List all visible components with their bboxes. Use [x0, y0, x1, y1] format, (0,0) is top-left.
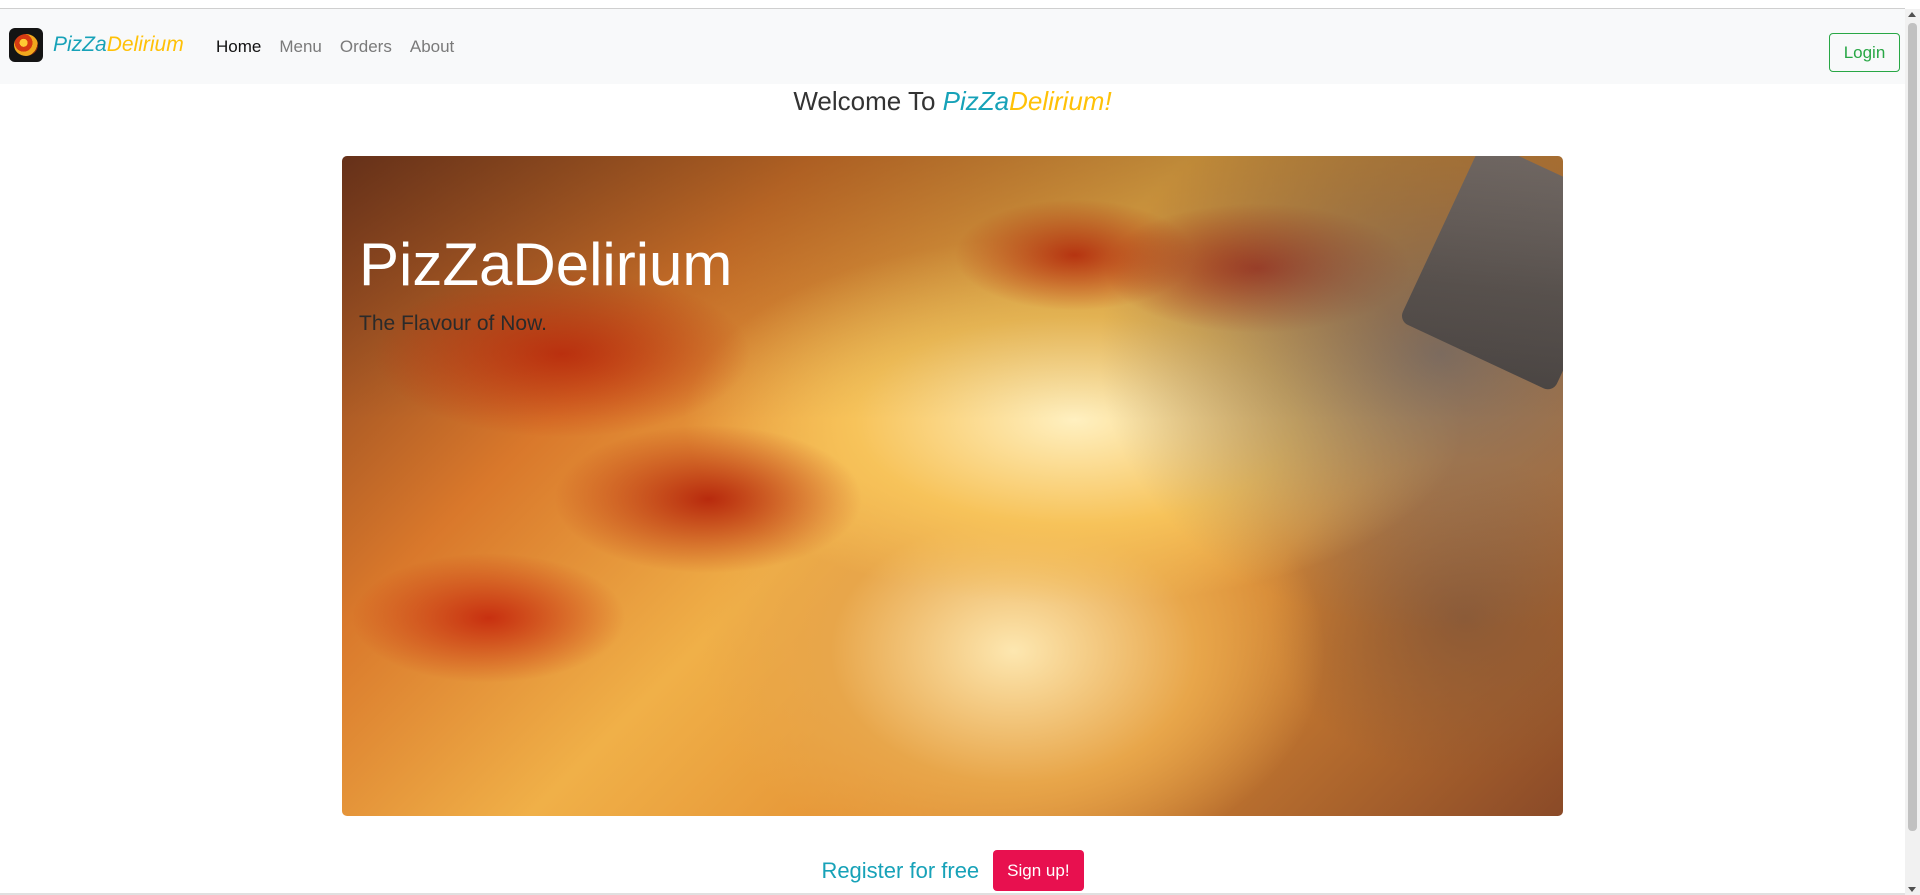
- navbar-brand[interactable]: PizZaDelirium: [9, 28, 184, 62]
- signup-cta: Register for free Sign up!: [0, 850, 1905, 891]
- hero-banner: PizZaDelirium The Flavour of Now.: [342, 156, 1563, 816]
- hero-title: PizZaDelirium: [359, 231, 733, 298]
- signup-button[interactable]: Sign up!: [993, 850, 1084, 891]
- nav-link-home[interactable]: Home: [216, 37, 261, 57]
- nav-link-about[interactable]: About: [410, 37, 454, 57]
- register-text: Register for free: [821, 857, 980, 883]
- brand-name-part1: PizZa: [53, 33, 107, 56]
- hero-subtitle: The Flavour of Now.: [359, 312, 547, 335]
- brand-name: PizZaDelirium: [53, 33, 184, 57]
- scroll-thumb[interactable]: [1908, 23, 1917, 831]
- page: PizZaDelirium Home Menu Orders About Log…: [0, 0, 1920, 895]
- navbar: PizZaDelirium Home Menu Orders About Log…: [0, 9, 1905, 84]
- welcome-brand-part2: Delirium!: [1009, 86, 1112, 116]
- brand-name-part2: Delirium: [106, 33, 184, 56]
- welcome-heading: Welcome To PizZaDelirium!: [0, 86, 1905, 117]
- scroll-up-arrow-icon[interactable]: [1908, 12, 1916, 17]
- login-button[interactable]: Login: [1829, 33, 1900, 72]
- nav-link-orders[interactable]: Orders: [340, 37, 392, 57]
- welcome-prefix: Welcome To: [793, 86, 943, 116]
- pizza-logo-icon: [9, 28, 43, 62]
- vertical-scrollbar[interactable]: [1905, 9, 1920, 895]
- nav-link-menu[interactable]: Menu: [279, 37, 322, 57]
- welcome-brand-part1: PizZa: [942, 86, 1010, 116]
- nav-links: Home Menu Orders About: [216, 37, 454, 57]
- scroll-down-arrow-icon[interactable]: [1908, 887, 1916, 892]
